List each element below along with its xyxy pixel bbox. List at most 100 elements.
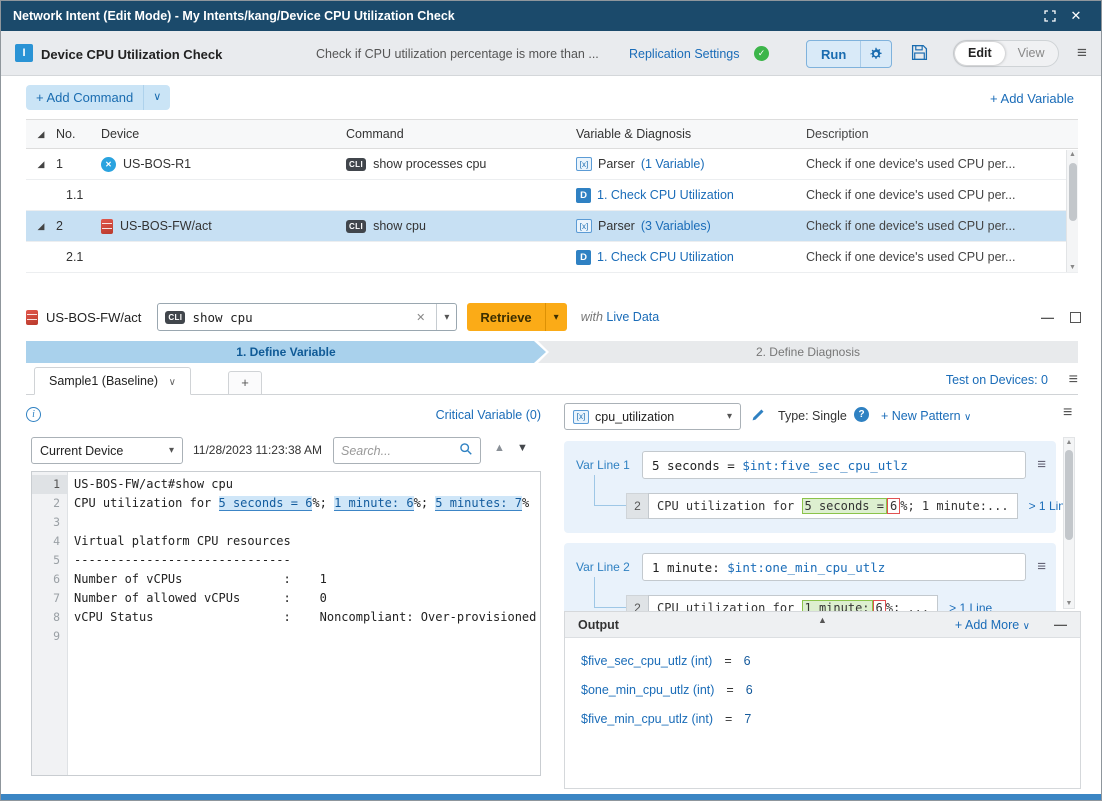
pattern-scrollbar[interactable]: ▲ ▼ xyxy=(1063,437,1075,609)
scope-caret-icon: ▾ xyxy=(169,445,174,456)
router-device-icon: ✕ xyxy=(101,157,116,172)
device-name: US-BOS-R1 xyxy=(123,157,191,171)
new-pattern-link[interactable]: + New Pattern xyxy=(881,409,961,423)
cli-badge: CLI xyxy=(346,158,366,171)
panel-maximize-icon[interactable] xyxy=(1070,312,1081,323)
table-row-selected[interactable]: ◢ 2 US-BOS-FW/act CLI show cpu [x] Parse… xyxy=(26,211,1078,242)
live-data-link[interactable]: Live Data xyxy=(606,310,659,324)
parser-icon: [x] xyxy=(573,410,589,424)
device-command-row: US-BOS-FW/act CLI show cpu ✕ ▾ Retrieve … xyxy=(26,301,1081,333)
test-on-devices-link[interactable]: Test on Devices: 0 xyxy=(946,373,1048,387)
with-label: with xyxy=(581,310,603,324)
diagnosis-badge-icon: D xyxy=(576,250,591,265)
match-post-text: %; 1 minute:... xyxy=(900,499,1008,513)
run-settings-gear-icon[interactable] xyxy=(860,41,891,67)
sample-tab-caret-icon[interactable]: ∨ xyxy=(169,377,176,388)
parser-variable-select[interactable]: [x] cpu_utilization ▾ xyxy=(564,403,741,430)
info-icon[interactable]: i xyxy=(26,407,41,422)
diagnosis-link[interactable]: 1. Check CPU Utilization xyxy=(597,250,734,264)
editor-line-number: 6 xyxy=(32,570,67,589)
edit-variable-pencil-icon[interactable] xyxy=(751,408,765,425)
intent-summary: Check if CPU utilization percentage is m… xyxy=(316,47,599,61)
sample-tab-label: Sample1 (Baseline) xyxy=(49,374,158,388)
tab-bar-menu-icon[interactable]: ≡ xyxy=(1069,371,1078,389)
row-number: 2 xyxy=(56,219,101,233)
add-sample-tab-button[interactable]: + xyxy=(228,371,262,395)
match-line-number: 2 xyxy=(626,493,648,519)
add-command-button[interactable]: + Add Command ∨ xyxy=(26,85,170,110)
output-collapse-icon[interactable]: ▲ xyxy=(818,615,827,625)
critical-variable-link[interactable]: Critical Variable (0) xyxy=(436,408,541,422)
table-scrollbar[interactable]: ▲ ▼ xyxy=(1066,150,1078,272)
parser-variables-link[interactable]: (1 Variable) xyxy=(641,157,705,171)
var-line-2-menu-icon[interactable]: ≡ xyxy=(1037,558,1046,575)
type-single-label: Type: Single xyxy=(778,409,847,423)
toolbar-menu-icon[interactable]: ≡ xyxy=(1077,43,1087,63)
output-title: Output xyxy=(578,618,619,632)
scroll-down-icon[interactable]: ▼ xyxy=(1067,264,1078,271)
scroll-up-icon[interactable]: ▲ xyxy=(1067,151,1078,158)
edit-mode-button[interactable]: Edit xyxy=(955,42,1005,65)
collapse-all-icon[interactable]: ◢ xyxy=(26,129,56,140)
add-command-caret-icon[interactable]: ∨ xyxy=(143,85,170,110)
restore-window-icon[interactable] xyxy=(1037,5,1063,27)
search-input[interactable] xyxy=(341,444,459,458)
view-mode-button[interactable]: View xyxy=(1005,42,1058,65)
diagnosis-link[interactable]: 1. Check CPU Utilization xyxy=(597,188,734,202)
retrieve-button[interactable]: Retrieve xyxy=(467,303,544,331)
parser-variables-link[interactable]: (3 Variables) xyxy=(641,219,711,233)
add-variable-link[interactable]: + Add Variable xyxy=(990,91,1074,106)
help-icon[interactable]: ? xyxy=(854,407,869,422)
device-scope-select[interactable]: Current Device ▾ xyxy=(31,437,183,464)
header-command: Command xyxy=(346,127,576,141)
retrieve-caret-icon[interactable]: ▾ xyxy=(545,303,567,331)
parser-icon: [x] xyxy=(576,157,592,171)
table-row[interactable]: ◢ 1 ✕ US-BOS-R1 CLI show processes cpu [… xyxy=(26,149,1078,180)
command-input-value[interactable]: show cpu xyxy=(192,310,405,325)
match-preview-box[interactable]: CPU utilization for 5 seconds =6%; 1 min… xyxy=(648,493,1018,519)
new-pattern-caret-icon[interactable]: ∨ xyxy=(964,412,971,423)
var-line-1-label: Var Line 1 xyxy=(576,458,630,472)
search-box[interactable] xyxy=(333,437,481,464)
editor-code[interactable]: US-BOS-FW/act#show cpuCPU utilization fo… xyxy=(68,472,540,775)
row-expand-icon[interactable]: ◢ xyxy=(26,221,56,232)
tab-sample1-baseline[interactable]: Sample1 (Baseline) ∨ xyxy=(34,367,191,395)
var-line-1-pattern-input[interactable]: 5 seconds = $int:five_sec_cpu_utlz xyxy=(642,451,1026,479)
parser-menu-icon[interactable]: ≡ xyxy=(1063,404,1072,422)
var-line-2-pattern-input[interactable]: 1 minute: $int:one_min_cpu_utlz xyxy=(642,553,1026,581)
step-define-variable[interactable]: 1. Define Variable xyxy=(26,341,546,363)
command-input-combo[interactable]: CLI show cpu ✕ ▾ xyxy=(157,303,457,331)
scrollbar-thumb[interactable] xyxy=(1069,163,1077,221)
table-row[interactable]: 2.1 D 1. Check CPU Utilization Check if … xyxy=(26,242,1078,273)
output-variable-row: $five_min_cpu_utlz (int)=7 xyxy=(581,712,1064,726)
panel-minimize-icon[interactable]: — xyxy=(1041,310,1054,325)
scrollbar-thumb[interactable] xyxy=(1065,450,1073,540)
add-more-caret-icon[interactable]: ∨ xyxy=(1023,621,1030,632)
output-panel: Output ▲ + Add More ∨ — $five_sec_cpu_ut… xyxy=(564,611,1081,789)
output-minimize-icon[interactable]: — xyxy=(1054,617,1067,632)
sample-text-editor[interactable]: 123456789 US-BOS-FW/act#show cpuCPU util… xyxy=(31,471,541,776)
find-previous-icon[interactable]: ▲ xyxy=(494,442,505,454)
save-icon[interactable] xyxy=(911,44,928,64)
scroll-up-icon[interactable]: ▲ xyxy=(1064,439,1074,446)
output-variable-row: $five_sec_cpu_utlz (int)=6 xyxy=(581,654,1064,668)
add-more-link[interactable]: + Add More xyxy=(955,618,1019,632)
table-row[interactable]: 1.1 D 1. Check CPU Utilization Check if … xyxy=(26,180,1078,211)
scroll-down-icon[interactable]: ▼ xyxy=(1064,600,1074,607)
row-expand-icon[interactable]: ◢ xyxy=(26,159,56,170)
run-button[interactable]: Run xyxy=(807,41,860,67)
close-icon[interactable]: ✕ xyxy=(1063,5,1089,27)
step-define-diagnosis[interactable]: 2. Define Diagnosis xyxy=(538,341,1078,363)
bottom-accent-bar xyxy=(1,794,1101,800)
var-line-1-menu-icon[interactable]: ≡ xyxy=(1037,456,1046,473)
editor-code-line: vCPU Status : Noncompliant: Over-provisi… xyxy=(74,608,540,627)
clear-input-icon[interactable]: ✕ xyxy=(412,311,429,324)
search-icon[interactable] xyxy=(459,442,473,459)
command-dropdown-caret-icon[interactable]: ▾ xyxy=(436,304,456,330)
parser-label: Parser xyxy=(598,219,635,233)
sample-tab-bar: Sample1 (Baseline) ∨ + Test on Devices: … xyxy=(26,367,1078,395)
replication-settings-link[interactable]: Replication Settings xyxy=(629,47,739,61)
match-value-highlight: 6 xyxy=(887,498,900,514)
window-title: Network Intent (Edit Mode) - My Intents/… xyxy=(13,9,1037,23)
find-next-icon[interactable]: ▼ xyxy=(517,442,528,454)
